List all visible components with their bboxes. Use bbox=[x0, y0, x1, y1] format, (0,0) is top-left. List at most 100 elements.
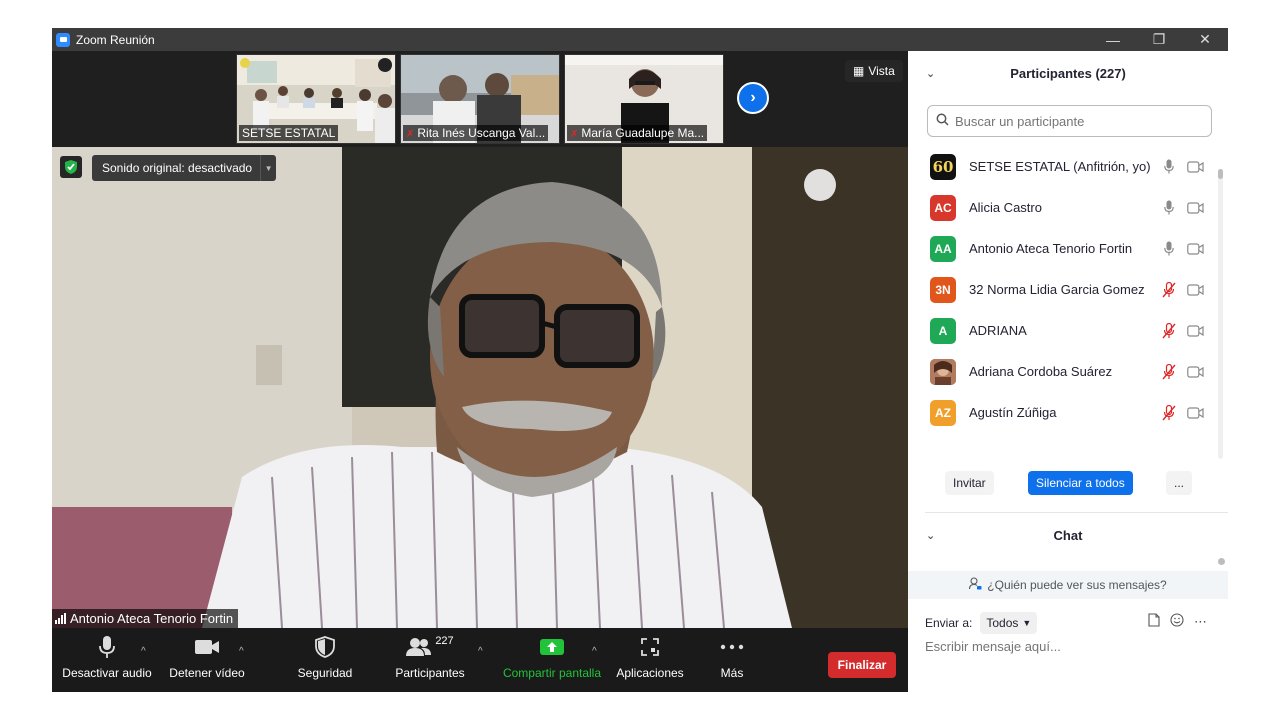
thumbnail-name: ✗ María Guadalupe Ma... bbox=[567, 125, 708, 141]
video-camera-icon[interactable] bbox=[1187, 365, 1204, 383]
participants-scrollbar[interactable] bbox=[1218, 169, 1223, 459]
stop-video-button[interactable]: Detener vídeo bbox=[164, 628, 250, 692]
audio-options-caret-icon[interactable]: ^ bbox=[141, 646, 146, 657]
grid-view-icon: ▦ bbox=[853, 64, 865, 78]
avatar: AA bbox=[930, 235, 956, 262]
chat-message-input[interactable] bbox=[925, 639, 1215, 661]
microphone-icon[interactable] bbox=[1162, 199, 1176, 216]
participants-panel-header: ⌄ Participantes (227) bbox=[926, 66, 1126, 81]
participants-actions: Invitar Silenciar a todos ... bbox=[908, 471, 1228, 501]
video-camera-icon[interactable] bbox=[1187, 324, 1204, 342]
participant-row[interactable]: Adriana Cordoba Suárez bbox=[908, 351, 1220, 392]
meeting-toolbar: Desactivar audio ^ Detener vídeo ^ Segur… bbox=[52, 628, 908, 692]
send-to-row: Enviar a: Todos ▼ bbox=[925, 612, 1038, 634]
thumbnail-video[interactable]: ✗ María Guadalupe Ma... bbox=[564, 54, 724, 144]
chat-panel-header: ⌄ Chat bbox=[926, 527, 1083, 543]
mic-muted-icon: ✗ bbox=[406, 129, 415, 140]
participant-row[interactable]: A ADRIANA bbox=[908, 310, 1220, 351]
mic-muted-icon[interactable] bbox=[1162, 322, 1176, 339]
video-camera-icon bbox=[194, 628, 220, 666]
more-dots-icon[interactable]: ⋯ bbox=[1194, 614, 1207, 630]
thumbnail-name: ✗ Rita Inés Uscanga Val... bbox=[403, 125, 549, 141]
video-area: SETSE ESTATAL ✗Rita Inés Uscanga Val... bbox=[52, 51, 908, 692]
mic-muted-icon[interactable] bbox=[1162, 363, 1176, 380]
video-camera-icon[interactable] bbox=[1187, 406, 1204, 424]
avatar: AZ bbox=[930, 399, 956, 426]
avatar: A bbox=[930, 317, 956, 344]
microphone-icon[interactable] bbox=[1162, 158, 1176, 175]
message-field[interactable] bbox=[925, 639, 1215, 654]
avatar: AC bbox=[930, 194, 956, 221]
participant-row[interactable]: AC Alicia Castro bbox=[908, 187, 1220, 228]
invite-button[interactable]: Invitar bbox=[945, 471, 994, 495]
thumbnail-video[interactable]: ✗ Rita Inés Uscanga Val... bbox=[400, 54, 560, 144]
end-meeting-button[interactable]: Finalizar bbox=[828, 652, 896, 678]
file-icon[interactable] bbox=[1148, 613, 1160, 630]
search-icon bbox=[936, 113, 949, 129]
zoom-logo-icon bbox=[56, 32, 70, 47]
more-options-button[interactable]: ... bbox=[1166, 471, 1193, 495]
participants-button[interactable]: 227 Participantes bbox=[390, 628, 470, 692]
mic-muted-icon[interactable] bbox=[1162, 281, 1176, 298]
apps-icon bbox=[640, 628, 660, 666]
mic-muted-icon[interactable] bbox=[1162, 404, 1176, 421]
title-bar: Zoom Reunión — ❐ ✕ bbox=[52, 28, 1228, 51]
speaker-video-image bbox=[52, 147, 908, 628]
chat-scrollbar[interactable] bbox=[1218, 558, 1225, 565]
thumbnail-video[interactable]: SETSE ESTATAL bbox=[236, 54, 396, 144]
avatar bbox=[930, 358, 956, 385]
next-page-arrow-icon[interactable]: › bbox=[737, 82, 769, 114]
mute-all-button[interactable]: Silenciar a todos bbox=[1028, 471, 1133, 495]
participants-list: 60 SETSE ESTATAL (Anfitrión, yo) AC Alic… bbox=[908, 146, 1220, 436]
security-button[interactable]: Seguridad bbox=[290, 628, 360, 692]
connection-strength-icon bbox=[55, 613, 66, 624]
person-lock-icon bbox=[969, 577, 982, 593]
thumbnail-strip: SETSE ESTATAL ✗Rita Inés Uscanga Val... bbox=[52, 51, 908, 147]
participants-icon: 227 bbox=[406, 628, 454, 666]
panel-divider bbox=[925, 512, 1228, 513]
microphone-icon[interactable] bbox=[1162, 240, 1176, 257]
video-camera-icon[interactable] bbox=[1187, 242, 1204, 260]
share-screen-icon bbox=[539, 628, 565, 666]
video-camera-icon[interactable] bbox=[1187, 160, 1204, 178]
chat-tools: ⋯ bbox=[1148, 613, 1207, 630]
close-icon[interactable]: ✕ bbox=[1182, 28, 1228, 51]
zoom-window: Zoom Reunión — ❐ ✕ SETSE ESTATAL ✗ Rita … bbox=[52, 28, 1228, 692]
window-title: Zoom Reunión bbox=[76, 32, 155, 47]
view-button[interactable]: ▦ Vista bbox=[845, 60, 903, 82]
dropdown-arrow-icon[interactable]: ▼ bbox=[260, 155, 276, 181]
participants-count: 227 bbox=[435, 635, 454, 647]
more-dots-icon bbox=[720, 628, 744, 666]
video-camera-icon[interactable] bbox=[1187, 201, 1204, 219]
thumbnail-name: SETSE ESTATAL bbox=[239, 125, 339, 141]
participant-row[interactable]: 3N 32 Norma Lidia Garcia Gomez bbox=[908, 269, 1220, 310]
participant-row[interactable]: 60 SETSE ESTATAL (Anfitrión, yo) bbox=[908, 146, 1220, 187]
share-options-caret-icon[interactable]: ^ bbox=[592, 646, 597, 657]
participant-row[interactable]: AA Antonio Ateca Tenorio Fortin bbox=[908, 228, 1220, 269]
microphone-icon bbox=[98, 628, 116, 666]
more-button[interactable]: Más bbox=[712, 628, 752, 692]
who-can-see-messages[interactable]: ¿Quién puede ver sus mensajes? bbox=[908, 571, 1228, 599]
participant-search[interactable] bbox=[927, 105, 1212, 137]
participants-options-caret-icon[interactable]: ^ bbox=[478, 646, 483, 657]
collapse-chevron-icon[interactable]: ⌄ bbox=[926, 529, 935, 542]
speaker-name-label: Antonio Ateca Tenorio Fortin bbox=[52, 609, 239, 628]
video-options-caret-icon[interactable]: ^ bbox=[239, 646, 244, 657]
main-speaker-video: Sonido original: desactivado ▼ Antonio A… bbox=[52, 147, 908, 628]
apps-button[interactable]: Aplicaciones bbox=[614, 628, 686, 692]
recipient-select[interactable]: Todos ▼ bbox=[980, 612, 1038, 634]
avatar: 60 bbox=[930, 153, 956, 180]
participant-row[interactable]: AZ Agustín Zúñiga bbox=[908, 392, 1220, 433]
video-camera-icon[interactable] bbox=[1187, 283, 1204, 301]
original-sound-toggle[interactable]: Sonido original: desactivado ▼ bbox=[92, 155, 277, 181]
restore-icon[interactable]: ❐ bbox=[1136, 28, 1182, 51]
minimize-icon[interactable]: — bbox=[1090, 28, 1136, 51]
side-panel: ⌄ Participantes (227) 60 SETSE ESTATAL (… bbox=[908, 51, 1228, 692]
chevron-down-icon: ▼ bbox=[1022, 618, 1032, 628]
mute-audio-button[interactable]: Desactivar audio bbox=[62, 628, 152, 692]
search-input[interactable] bbox=[955, 113, 1195, 129]
collapse-chevron-icon[interactable]: ⌄ bbox=[926, 67, 935, 80]
share-screen-button[interactable]: Compartir pantalla bbox=[500, 628, 604, 692]
emoji-icon[interactable] bbox=[1170, 613, 1184, 630]
encryption-shield-icon[interactable] bbox=[60, 156, 82, 178]
